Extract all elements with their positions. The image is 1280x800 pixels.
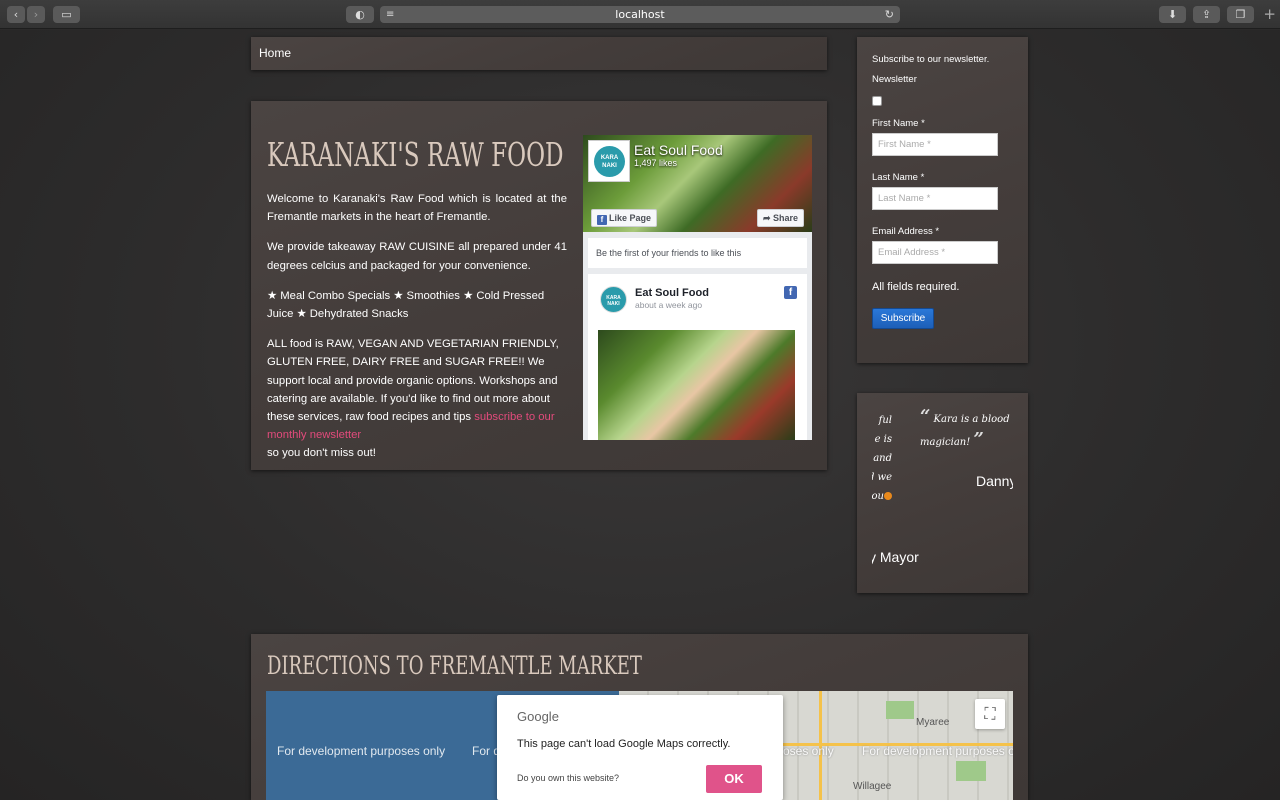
- facebook-logo-icon[interactable]: f: [784, 286, 797, 299]
- previous-testimonial-author: y Mayor: [872, 549, 919, 565]
- google-logo: Google: [517, 709, 559, 724]
- directions-title: DIRECTIONS TO FREMANTLE MARKET: [267, 651, 642, 680]
- forward-button[interactable]: ›: [27, 6, 45, 23]
- own-website-link[interactable]: Do you own this website?: [517, 773, 619, 783]
- nav-home-link[interactable]: Home: [259, 46, 291, 60]
- email-field[interactable]: [872, 241, 998, 264]
- google-maps-error-dialog: Google This page can't load Google Maps …: [497, 695, 783, 800]
- facebook-like-button[interactable]: f Like Page: [591, 209, 658, 227]
- map-dev-watermark: For development purposes on: [862, 744, 1013, 758]
- facebook-post-photo[interactable]: [598, 330, 795, 440]
- facebook-page-logo[interactable]: KARA NAKI: [588, 140, 630, 182]
- page-title: KARANAKI'S RAW FOOD: [267, 135, 564, 174]
- map-park: [886, 701, 914, 719]
- intro-paragraph-3: ★ Meal Combo Specials ★ Smoothies ★ Cold…: [267, 289, 545, 321]
- intro-paragraph-1: Welcome to Karanaki's Raw Food which is …: [267, 193, 567, 224]
- required-note: All fields required.: [872, 281, 960, 293]
- testimonial-carousel: ful e is me and it and we ank you “ Kara…: [857, 393, 1028, 593]
- back-button[interactable]: ‹: [7, 6, 25, 23]
- sidebar-toggle-icon[interactable]: ▭: [53, 6, 80, 23]
- tabs-icon[interactable]: ❐: [1227, 6, 1254, 23]
- intro-paragraph-2: We provide takeaway RAW CUISINE all prep…: [267, 241, 567, 272]
- share-arrow-icon: ➦: [762, 213, 773, 223]
- address-bar[interactable]: ≡ localhost ↻: [380, 6, 900, 23]
- map-dev-watermark: oses only: [783, 744, 834, 758]
- close-quote-icon: ”: [973, 429, 984, 450]
- facebook-post-page-name[interactable]: Eat Soul Food: [635, 287, 709, 299]
- testimonial-viewport: ful e is me and it and we ank you “ Kara…: [872, 405, 1013, 575]
- share-icon[interactable]: ⇪: [1193, 6, 1220, 23]
- newsletter-label: Newsletter: [872, 74, 917, 85]
- intro-text: Welcome to Karanaki's Raw Food which is …: [267, 190, 567, 475]
- first-name-field[interactable]: [872, 133, 998, 156]
- first-name-label: First Name *: [872, 118, 925, 129]
- reload-icon[interactable]: ↻: [885, 6, 894, 23]
- intro-paragraph-4-end: so you don't miss out!: [267, 447, 376, 460]
- karanaki-logo-icon: KARA NAKI: [594, 146, 625, 177]
- intro-paragraph-4: ALL food is RAW, VEGAN AND VEGETARIAN FR…: [267, 335, 567, 462]
- ok-button[interactable]: OK: [706, 765, 762, 793]
- facebook-likes-count: 1,497 likes: [634, 158, 678, 168]
- map-dev-watermark: For d: [472, 744, 501, 758]
- open-quote-icon: “: [920, 406, 931, 427]
- map-fullscreen-icon[interactable]: ⛶: [975, 699, 1005, 729]
- error-message: This page can't load Google Maps correct…: [517, 738, 731, 750]
- facebook-post: KARA NAKI Eat Soul Food about a week ago …: [588, 274, 807, 440]
- subscribe-button[interactable]: Subscribe: [872, 308, 934, 329]
- facebook-friends-text: Be the first of your friends to like thi…: [588, 238, 807, 268]
- newsletter-checkbox[interactable]: [872, 96, 882, 106]
- map-park: [956, 761, 986, 781]
- intro-panel: KARANAKI'S RAW FOOD Welcome to Karanaki'…: [251, 101, 827, 470]
- new-tab-icon[interactable]: +: [1263, 5, 1276, 23]
- previous-testimonial-text: ful e is me and it and we ank you: [872, 415, 892, 502]
- facebook-widget: KARA NAKI Eat Soul Food 1,497 likes f Like…: [583, 135, 812, 440]
- map-dev-watermark: For development purposes only: [277, 744, 446, 758]
- facebook-f-icon: f: [597, 215, 607, 225]
- newsletter-heading: Subscribe to our newsletter.: [872, 54, 990, 65]
- download-icon[interactable]: ⬇: [1159, 6, 1186, 23]
- privacy-icon[interactable]: ◐: [346, 6, 374, 23]
- last-name-label: Last Name *: [872, 172, 925, 183]
- emoji-icon: [884, 492, 892, 500]
- facebook-post-time[interactable]: about a week ago: [635, 300, 702, 310]
- facebook-share-button[interactable]: ➦ Share: [756, 209, 804, 227]
- reader-icon[interactable]: ≡: [386, 6, 394, 23]
- email-label: Email Address *: [872, 226, 940, 237]
- address-text: localhost: [615, 8, 665, 21]
- facebook-page-name[interactable]: Eat Soul Food: [634, 142, 723, 158]
- current-testimonial-text: “ Kara is a blood magician! ”: [920, 406, 1010, 450]
- last-name-field[interactable]: [872, 187, 998, 210]
- newsletter-panel: Subscribe to our newsletter. Newsletter …: [857, 37, 1028, 363]
- testimonial-author: Danny: [976, 473, 1013, 489]
- facebook-post-avatar[interactable]: KARA NAKI: [600, 286, 627, 313]
- browser-toolbar: ‹ › ▭ ◐ ≡ localhost ↻ ⬇ ⇪ ❐ +: [0, 0, 1280, 29]
- map-place-label: Willagee: [853, 781, 892, 792]
- nav-bar: Home: [251, 37, 827, 70]
- map-place-label: Myaree: [916, 717, 950, 728]
